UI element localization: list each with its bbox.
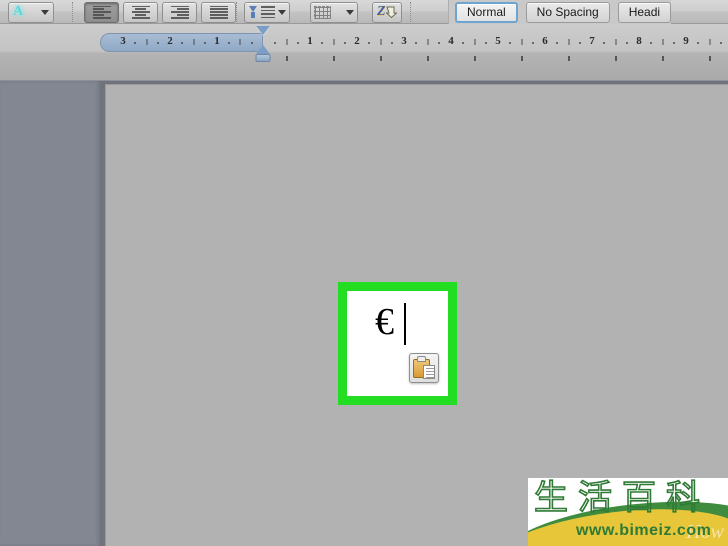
document-workspace[interactable]: €: [101, 81, 728, 546]
ruler-number: 6: [542, 35, 548, 47]
ruler-number: 5: [495, 35, 501, 47]
document-page[interactable]: €: [105, 84, 728, 546]
style-normal[interactable]: Normal: [455, 1, 518, 23]
align-right-button[interactable]: [162, 1, 197, 23]
justify-button[interactable]: [201, 1, 236, 23]
line-spacing-button[interactable]: [244, 1, 290, 23]
ribbon-group-alignment: [84, 0, 236, 24]
style-normal-label: Normal: [467, 5, 506, 19]
paste-options-button[interactable]: [409, 353, 439, 383]
chevron-down-icon[interactable]: [346, 9, 354, 15]
ruler-number: 9: [683, 35, 689, 47]
text-caret: [404, 303, 406, 345]
align-right-icon: [170, 5, 189, 19]
chevron-down-icon[interactable]: [278, 9, 286, 15]
ruler-number: 3: [120, 35, 126, 47]
align-center-icon: [131, 5, 150, 19]
text-effects-button[interactable]: A: [8, 1, 54, 23]
clipboard-clamp-icon: [417, 356, 426, 362]
ribbon-separator: [72, 2, 74, 22]
ruler-band: 3 2 1 1 2 3 4 5 6 7 8 9: [0, 24, 728, 81]
align-left-button[interactable]: [84, 1, 119, 23]
ruler-number: 1: [307, 35, 313, 47]
line-spacing-lines-icon: [260, 6, 275, 18]
style-no-spacing[interactable]: No Spacing: [525, 1, 610, 23]
left-indent-marker[interactable]: [255, 54, 271, 62]
first-line-indent-marker[interactable]: [256, 26, 270, 35]
style-heading-1[interactable]: Headi: [617, 1, 672, 23]
highlighted-textbox-selection[interactable]: €: [338, 282, 457, 405]
ribbon-group-shading: [310, 0, 358, 24]
justify-icon: [209, 5, 228, 19]
shading-borders-button[interactable]: [310, 1, 358, 23]
style-no-spacing-label: No Spacing: [536, 5, 599, 19]
ribbon-separator: [236, 2, 238, 22]
textbox-content-area[interactable]: €: [347, 291, 448, 396]
ribbon-separator: [410, 2, 412, 22]
sort-arrow-icon: [386, 6, 397, 18]
style-heading-1-label: Headi: [628, 5, 661, 19]
align-center-button[interactable]: [123, 1, 158, 23]
chevron-down-icon[interactable]: [41, 9, 49, 15]
pasted-document-icon: [423, 365, 435, 379]
styles-gallery: Normal No Spacing Headi: [448, 0, 672, 24]
ribbon-toolbar: A Z Normal No Spacing Headi: [0, 0, 728, 24]
ribbon-group-text-effects: A: [8, 0, 54, 24]
ruler-number: 1: [214, 35, 220, 47]
ruler-number: 2: [167, 35, 173, 47]
line-spacing-icon: [248, 5, 257, 19]
ruler-number: 2: [354, 35, 360, 47]
ruler-number: 8: [636, 35, 642, 47]
ribbon-group-sort: Z: [372, 0, 402, 24]
borders-grid-icon: [314, 5, 331, 19]
watermark-url: www.bimeiz.com: [576, 522, 712, 539]
ruler-number: 7: [589, 35, 595, 47]
ruler-number: 4: [448, 35, 454, 47]
horizontal-ruler[interactable]: 3 2 1 1 2 3 4 5 6 7 8 9: [100, 26, 728, 62]
sort-button[interactable]: Z: [372, 1, 402, 23]
ruler-number: 3: [401, 35, 407, 47]
navigation-pane[interactable]: [0, 81, 101, 546]
ribbon-group-spacing: [244, 0, 290, 24]
site-watermark: How 生活百科 www.bimeiz.com: [528, 478, 728, 546]
word-application-window: A Z Normal No Spacing Headi 3 2 1 1 2 3 …: [0, 0, 728, 546]
align-left-icon: [92, 5, 111, 19]
watermark-brand-cn: 生活百科: [533, 479, 710, 518]
sort-az-icon: Z: [377, 4, 397, 20]
euro-symbol: €: [375, 301, 394, 343]
ruler-ticks: 3 2 1 1 2 3 4 5 6 7 8 9: [100, 32, 728, 61]
hanging-indent-marker[interactable]: [256, 45, 270, 54]
text-effects-icon: A: [13, 4, 24, 19]
